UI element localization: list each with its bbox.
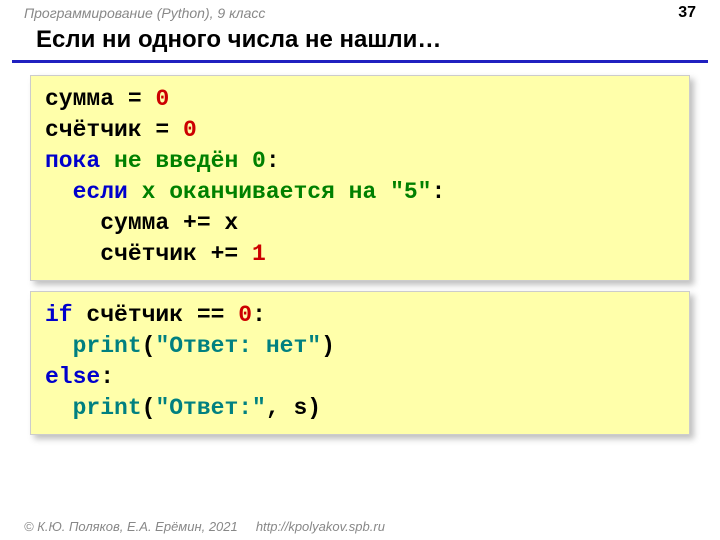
code-text: сумма += x <box>45 210 238 236</box>
code-condition: не введён 0 <box>100 148 266 174</box>
code-text: , s) <box>266 395 321 421</box>
code-func: print <box>45 333 142 359</box>
page-number: 37 <box>678 4 696 22</box>
header: Программирование (Python), 9 класс 37 <box>0 0 720 24</box>
code-text: сумма <box>45 86 114 112</box>
code-text: : <box>266 148 280 174</box>
code-literal: 0 <box>155 86 169 112</box>
code-keyword: if <box>45 302 73 328</box>
code-func: print <box>45 395 142 421</box>
slide-title: Если ни одного числа не нашли… <box>12 24 708 63</box>
code-text: счётчик == <box>73 302 239 328</box>
code-literal: 0 <box>183 117 197 143</box>
code-literal: 0 <box>238 302 252 328</box>
code-text: : <box>100 364 114 390</box>
footer: © К.Ю. Поляков, Е.А. Ерёмин, 2021 http:/… <box>24 519 385 534</box>
code-string: "Ответ: нет" <box>155 333 321 359</box>
code-text: ( <box>142 395 156 421</box>
code-text: ) <box>321 333 335 359</box>
code-text: : <box>252 302 266 328</box>
copyright-text: © К.Ю. Поляков, Е.А. Ерёмин, 2021 <box>24 519 238 534</box>
code-text: ( <box>142 333 156 359</box>
code-text: счётчик <box>45 117 142 143</box>
code-text: счётчик += <box>45 241 252 267</box>
code-literal: 1 <box>252 241 266 267</box>
code-text: = <box>114 86 155 112</box>
code-condition: x оканчивается на "5" <box>128 179 432 205</box>
code-text: = <box>142 117 183 143</box>
code-keyword: если <box>45 179 128 205</box>
course-label: Программирование (Python), 9 класс <box>24 5 265 21</box>
code-block-1: сумма = 0 счётчик = 0 пока не введён 0: … <box>30 75 690 281</box>
code-text: : <box>431 179 445 205</box>
footer-url: http://kpolyakov.spb.ru <box>256 519 385 534</box>
code-keyword: пока <box>45 148 100 174</box>
code-block-2: if счётчик == 0: print("Ответ: нет") els… <box>30 291 690 435</box>
code-string: "Ответ:" <box>155 395 265 421</box>
code-keyword: else <box>45 364 100 390</box>
